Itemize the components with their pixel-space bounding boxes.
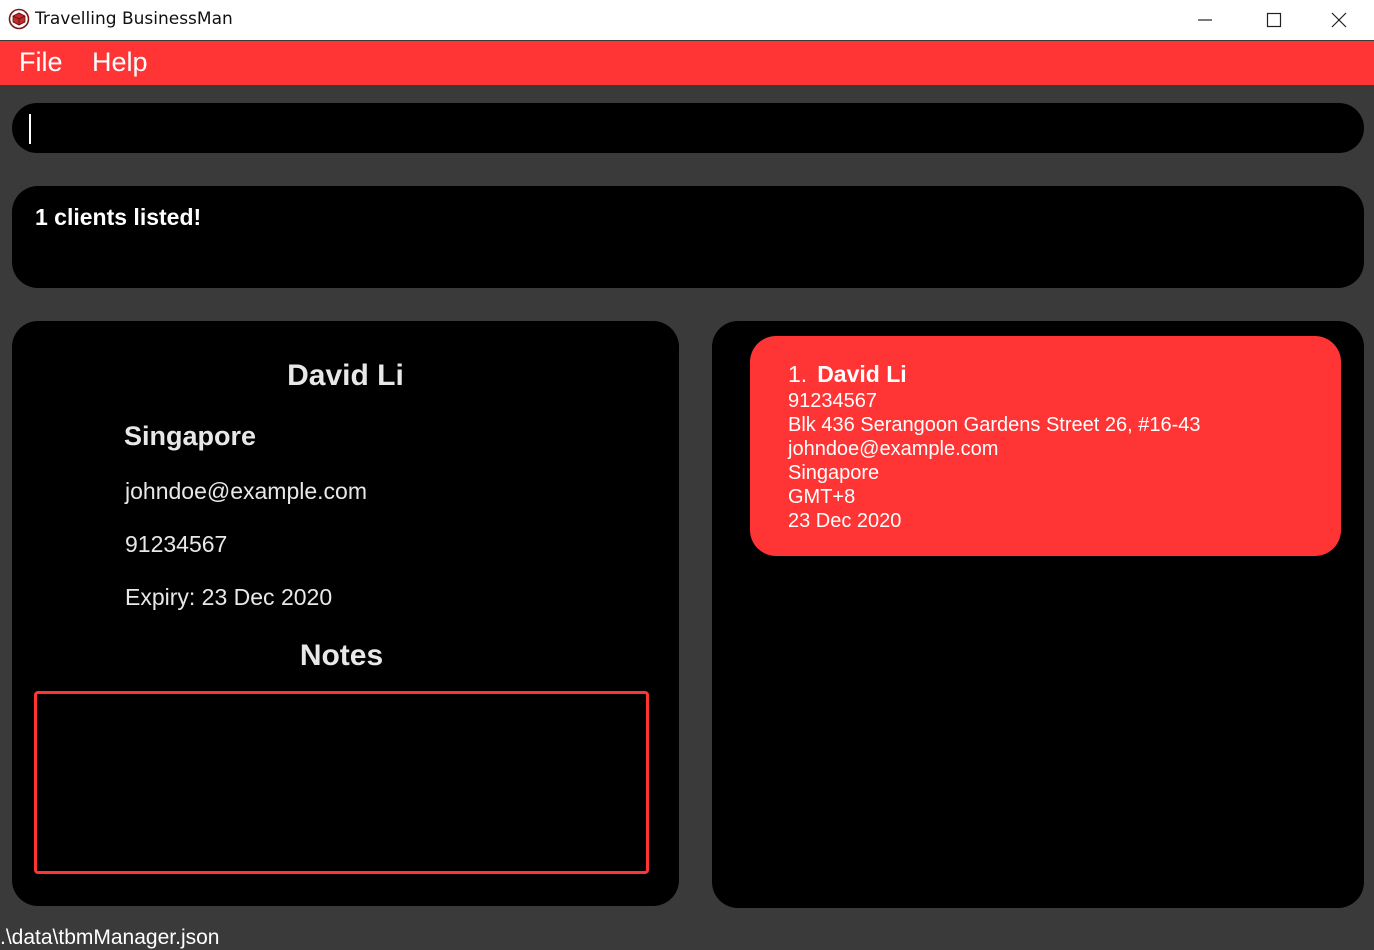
menu-bar: File Help (0, 41, 1374, 85)
detail-expiry: Expiry: 23 Dec 2020 (125, 584, 333, 610)
app-logo-icon (8, 8, 30, 30)
client-expiry: 23 Dec 2020 (788, 510, 902, 532)
client-address: Blk 436 Serangoon Gardens Street 26, #16… (788, 414, 1201, 436)
command-input[interactable] (12, 103, 1364, 153)
detail-email: johndoe@example.com (125, 478, 367, 504)
detail-name: David Li (287, 359, 404, 392)
client-name: David Li (817, 361, 907, 387)
status-bar-path: .\data\tbmManager.json (0, 926, 220, 949)
window-title: Travelling BusinessMan (35, 9, 233, 29)
client-phone: 91234567 (788, 390, 877, 412)
title-bar: Travelling BusinessMan (0, 0, 1374, 40)
menu-file[interactable]: File (15, 47, 67, 78)
maximize-icon (1266, 12, 1282, 28)
client-card[interactable]: 1. David Li 91234567 Blk 436 Serangoon Ga… (750, 336, 1341, 556)
close-button[interactable] (1304, 0, 1374, 40)
notes-textarea[interactable] (34, 691, 649, 874)
result-display: 1 clients listed! (12, 186, 1364, 288)
minimize-button[interactable] (1170, 0, 1240, 40)
client-country: Singapore (788, 462, 880, 484)
close-icon (1331, 12, 1347, 28)
client-card-header: 1. David Li (788, 361, 907, 388)
client-index: 1. (788, 361, 808, 387)
minimize-icon (1198, 19, 1212, 21)
maximize-button[interactable] (1239, 0, 1309, 40)
text-caret (29, 114, 31, 144)
result-message: 1 clients listed! (35, 204, 202, 230)
detail-phone: 91234567 (125, 531, 228, 557)
menu-help[interactable]: Help (88, 47, 152, 78)
detail-location: Singapore (124, 421, 257, 451)
client-list-panel[interactable]: 1. David Li 91234567 Blk 436 Serangoon Ga… (712, 321, 1364, 908)
client-email: johndoe@example.com (788, 438, 999, 460)
client-timezone: GMT+8 (788, 486, 856, 508)
client-detail-panel: David Li Singapore johndoe@example.com 9… (12, 321, 679, 906)
notes-heading: Notes (299, 639, 384, 672)
